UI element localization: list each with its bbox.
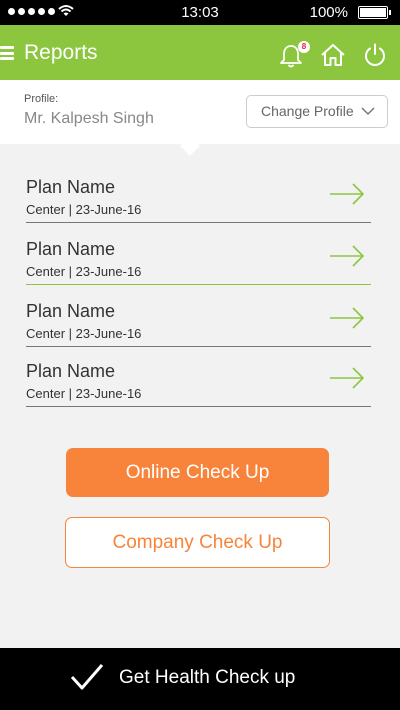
plan-date: 23-June-16 bbox=[75, 264, 142, 279]
plan-list-item[interactable]: Plan Name Center | 23-June-16 bbox=[26, 239, 371, 285]
online-check-up-button[interactable]: Online Check Up bbox=[66, 448, 329, 497]
arrow-right-icon[interactable] bbox=[329, 307, 365, 329]
plan-center: Center bbox=[26, 326, 66, 341]
plan-date: 23-June-16 bbox=[75, 386, 142, 401]
plan-center: Center bbox=[26, 264, 66, 279]
plan-name: Plan Name bbox=[26, 301, 116, 321]
plan-meta: Center | 23-June-16 bbox=[26, 326, 142, 341]
plan-name: Plan Name bbox=[26, 361, 116, 381]
checkmark-icon bbox=[70, 664, 104, 690]
arrow-right-icon[interactable] bbox=[329, 367, 365, 389]
notification-badge: 8 bbox=[298, 41, 310, 53]
plan-name: Plan Name bbox=[26, 239, 116, 259]
arrow-right-icon[interactable] bbox=[329, 245, 365, 267]
home-icon[interactable] bbox=[320, 42, 346, 68]
company-check-up-button[interactable]: Company Check Up bbox=[65, 517, 330, 568]
change-profile-dropdown[interactable]: Change Profile bbox=[246, 95, 388, 128]
battery-icon bbox=[358, 6, 391, 19]
plan-list-item[interactable]: Plan Name Center | 23-June-16 bbox=[26, 301, 371, 347]
plan-center: Center bbox=[26, 202, 66, 217]
menu-icon[interactable] bbox=[0, 46, 14, 60]
battery-percentage: 100% bbox=[309, 4, 348, 21]
get-health-check-up-button[interactable]: Get Health Check up bbox=[0, 648, 400, 710]
power-icon[interactable] bbox=[362, 42, 388, 68]
profile-label: Profile: bbox=[24, 93, 59, 105]
plan-name: Plan Name bbox=[26, 177, 116, 197]
status-bar: 13:03 100% bbox=[0, 0, 400, 25]
chevron-down-icon bbox=[361, 107, 375, 116]
page-title: Reports bbox=[24, 41, 98, 64]
arrow-right-icon[interactable] bbox=[329, 183, 365, 205]
plan-list-item[interactable]: Plan Name Center | 23-June-16 bbox=[26, 177, 371, 223]
plan-meta: Center | 23-June-16 bbox=[26, 386, 142, 401]
get-health-check-up-label: Get Health Check up bbox=[119, 667, 296, 688]
plan-meta: Center | 23-June-16 bbox=[26, 264, 142, 279]
profile-panel: Profile: Mr. Kalpesh Singh Change Profil… bbox=[0, 80, 400, 144]
plan-date: 23-June-16 bbox=[75, 326, 142, 341]
plan-date: 23-June-16 bbox=[75, 202, 142, 217]
profile-name: Mr. Kalpesh Singh bbox=[24, 110, 154, 127]
change-profile-label: Change Profile bbox=[261, 103, 354, 119]
plan-meta: Center | 23-June-16 bbox=[26, 202, 142, 217]
plan-center: Center bbox=[26, 386, 66, 401]
plan-list-item[interactable]: Plan Name Center | 23-June-16 bbox=[26, 361, 371, 407]
app-header: Reports 8 bbox=[0, 25, 400, 80]
